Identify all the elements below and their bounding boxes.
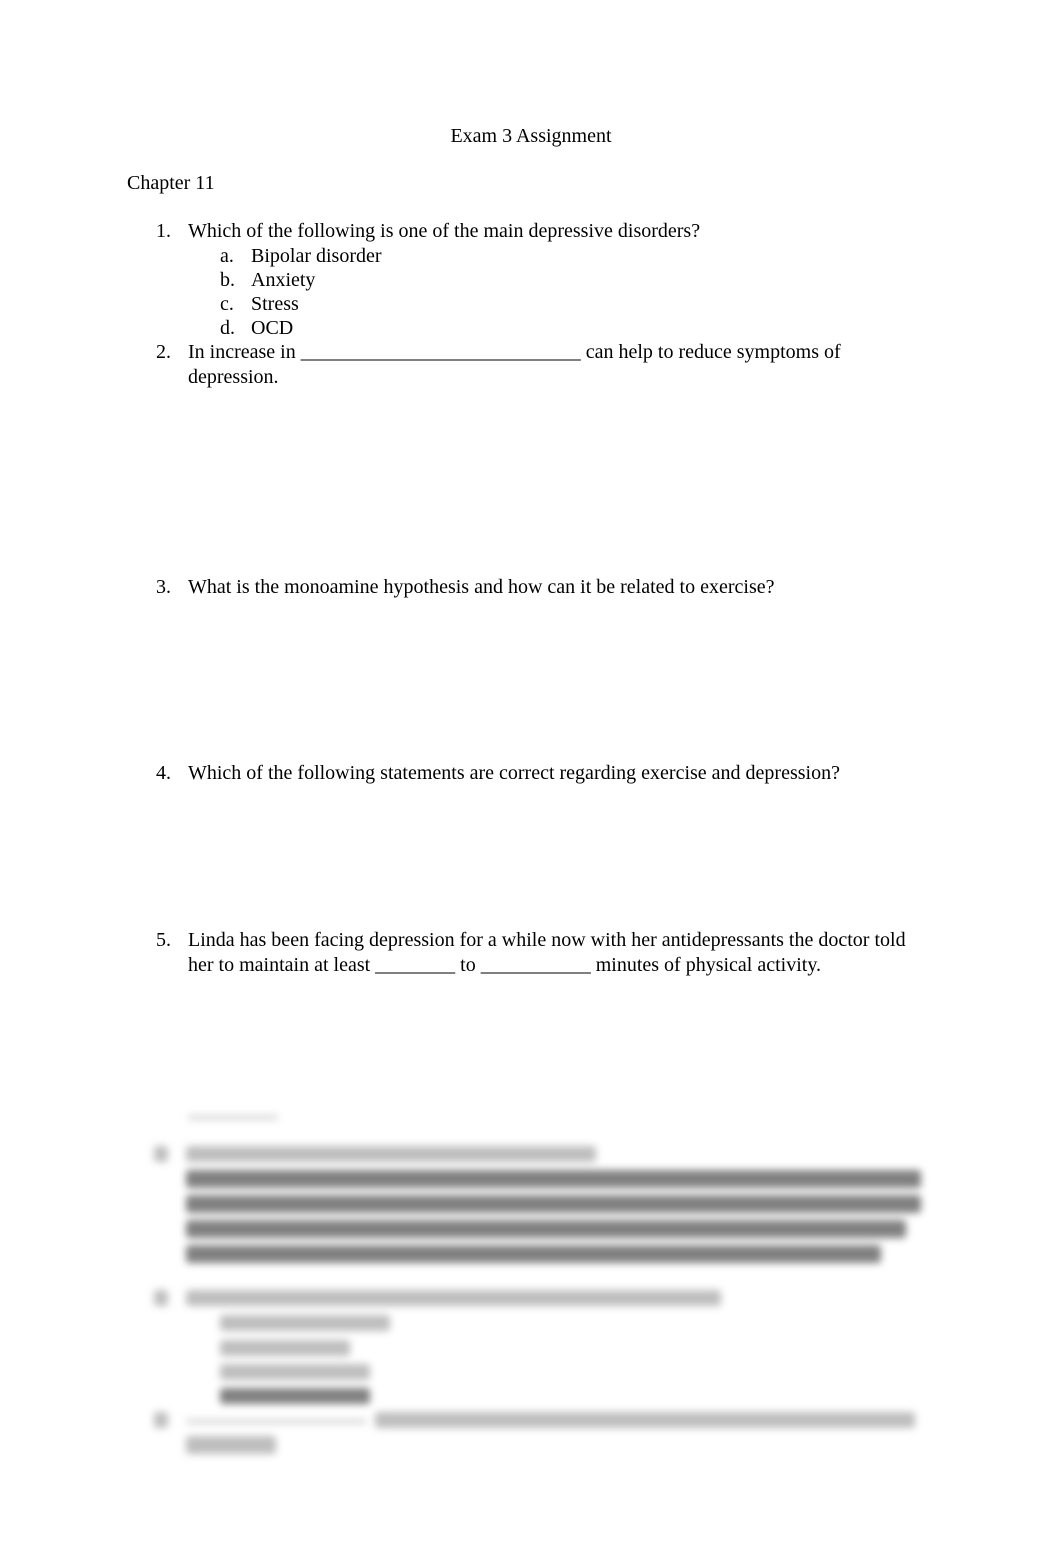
question-text-line-1: Linda has been facing depression for a w… bbox=[188, 929, 906, 951]
blurred-line bbox=[154, 1412, 168, 1428]
question-text: Which of the following is one of the mai… bbox=[188, 220, 701, 242]
blurred-line bbox=[186, 1245, 881, 1263]
document-title: Exam 3 Assignment bbox=[450, 125, 612, 147]
chapter-heading: Chapter 11 bbox=[127, 172, 215, 194]
blurred-line bbox=[220, 1364, 370, 1380]
blurred-line bbox=[186, 1420, 366, 1423]
option-letter: d. bbox=[220, 317, 235, 339]
option-text: OCD bbox=[251, 317, 294, 339]
question-text: Which of the following statements are co… bbox=[188, 762, 840, 784]
blurred-line bbox=[186, 1290, 721, 1306]
option-text: Anxiety bbox=[251, 269, 316, 291]
blurred-line bbox=[186, 1436, 276, 1454]
question-number: 4. bbox=[156, 762, 171, 784]
blurred-preview-section bbox=[150, 1110, 930, 1460]
question-number: 3. bbox=[156, 576, 171, 598]
blurred-line bbox=[186, 1220, 906, 1238]
blurred-line bbox=[220, 1388, 370, 1404]
option-text: Bipolar disorder bbox=[251, 245, 382, 267]
blurred-line bbox=[186, 1195, 921, 1213]
question-text-line-2: her to maintain at least ________ to ___… bbox=[188, 953, 822, 976]
option-letter: c. bbox=[220, 293, 234, 315]
option-text: Stress bbox=[251, 293, 299, 315]
question-number: 1. bbox=[156, 220, 171, 242]
blurred-line bbox=[154, 1146, 168, 1162]
question-number: 2. bbox=[156, 341, 171, 363]
option-letter: b. bbox=[220, 269, 235, 291]
blurred-line bbox=[220, 1340, 350, 1356]
blurred-line bbox=[375, 1412, 915, 1428]
blurred-line bbox=[154, 1290, 168, 1306]
question-text: What is the monoamine hypothesis and how… bbox=[188, 576, 775, 598]
question-text-line-1: In increase in _________________________… bbox=[188, 341, 841, 363]
blurred-line bbox=[186, 1146, 596, 1162]
option-letter: a. bbox=[220, 245, 234, 267]
blurred-line bbox=[186, 1170, 921, 1188]
question-number: 5. bbox=[156, 929, 171, 951]
blurred-line bbox=[220, 1315, 390, 1331]
blurred-line bbox=[188, 1116, 278, 1119]
question-text-line-2: depression. bbox=[188, 365, 279, 388]
